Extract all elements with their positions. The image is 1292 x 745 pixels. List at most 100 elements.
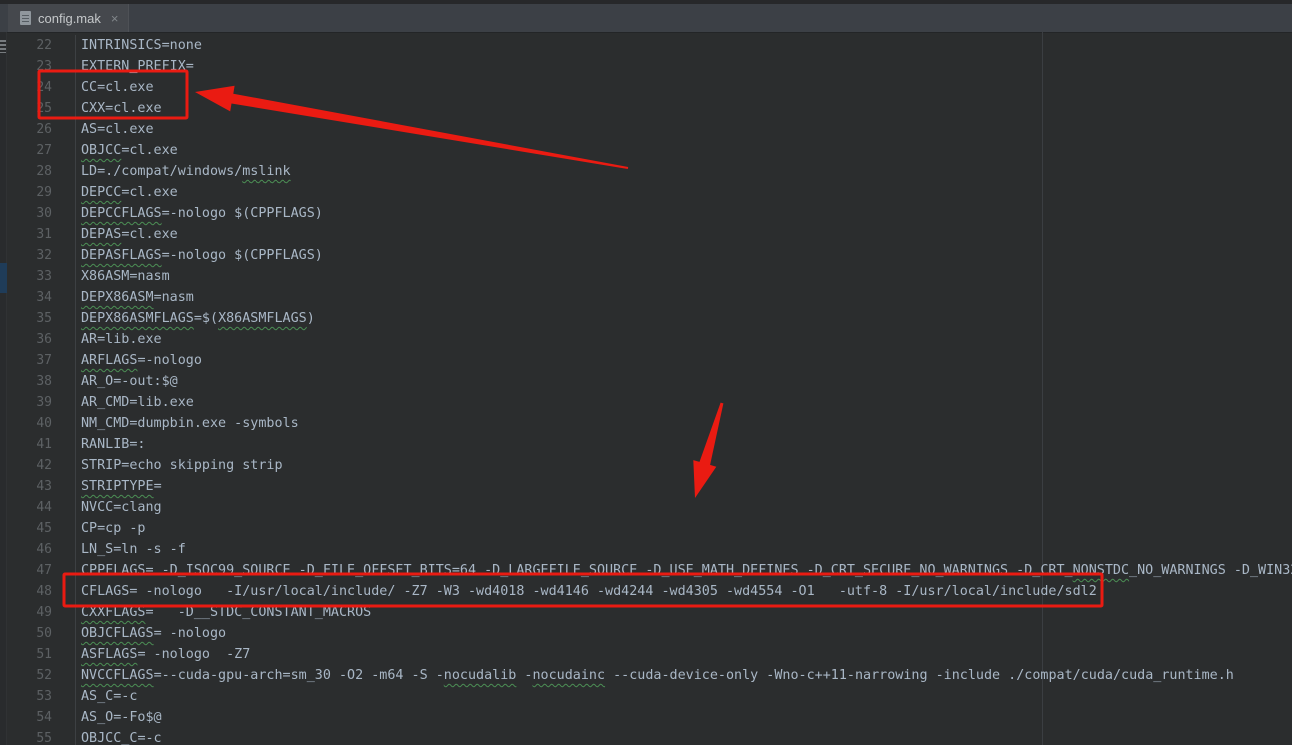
line-number[interactable]: 23	[7, 56, 76, 77]
code-row: 32DEPASFLAGS=-nologo $(CPPFLAGS)	[7, 245, 1292, 266]
line-number[interactable]: 54	[7, 707, 76, 728]
line-number[interactable]: 40	[7, 413, 76, 434]
line-number[interactable]: 26	[7, 119, 76, 140]
code-row: 37ARFLAGS=-nologo	[7, 350, 1292, 371]
line-number[interactable]: 48	[7, 581, 76, 602]
code-row: 22INTRINSICS=none	[7, 35, 1292, 56]
line-number[interactable]: 43	[7, 476, 76, 497]
code-line[interactable]: DEPASFLAGS=-nologo $(CPPFLAGS)	[76, 245, 323, 266]
code-editor[interactable]: 22INTRINSICS=none23EXTERN_PREFIX=24CC=cl…	[7, 32, 1292, 745]
code-row: 29DEPCC=cl.exe	[7, 182, 1292, 203]
typo-squiggle: mslink	[242, 164, 290, 179]
code-row: 45CP=cp -p	[7, 518, 1292, 539]
code-row: 24CC=cl.exe	[7, 77, 1292, 98]
code-line[interactable]: AR=lib.exe	[76, 329, 162, 350]
code-line[interactable]: CFLAGS= -nologo -I/usr/local/include/ -Z…	[76, 581, 1097, 602]
code-line[interactable]: AS_C=-c	[76, 686, 137, 707]
typo-squiggle: OBJCC	[81, 143, 121, 158]
tab-label: config.mak	[38, 11, 101, 26]
code-line[interactable]: NM_CMD=dumpbin.exe -symbols	[76, 413, 299, 434]
code-row: 51ASFLAGS= -nologo -Z7	[7, 644, 1292, 665]
code-row: 43STRIPTYPE=	[7, 476, 1292, 497]
typo-squiggle: DEPX86ASMFLAGS	[81, 311, 194, 326]
line-number[interactable]: 44	[7, 497, 76, 518]
tab-close-icon[interactable]: ×	[111, 11, 119, 26]
line-number[interactable]: 47	[7, 560, 76, 581]
typo-squiggle: DEPCC	[81, 185, 121, 200]
code-line[interactable]: DEPAS=cl.exe	[76, 224, 178, 245]
line-number[interactable]: 46	[7, 539, 76, 560]
code-line[interactable]: OBJCC=cl.exe	[76, 140, 178, 161]
line-number[interactable]: 50	[7, 623, 76, 644]
line-number[interactable]: 22	[7, 35, 76, 56]
typo-squiggle: DEPX86ASM	[81, 290, 154, 305]
stripe-marker-icon	[0, 40, 6, 53]
typo-squiggle: ARFLAGS	[81, 353, 137, 368]
line-number[interactable]: 37	[7, 350, 76, 371]
line-number[interactable]: 45	[7, 518, 76, 539]
code-line[interactable]: INTRINSICS=none	[76, 35, 202, 56]
line-number[interactable]: 25	[7, 98, 76, 119]
code-row: 28LD=./compat/windows/mslink	[7, 161, 1292, 182]
line-number[interactable]: 30	[7, 203, 76, 224]
line-number[interactable]: 24	[7, 77, 76, 98]
code-line[interactable]: DEPCC=cl.exe	[76, 182, 178, 203]
code-line[interactable]: OBJCC_C=-c	[76, 728, 162, 745]
code-line[interactable]: CPPFLAGS= -D_ISOC99_SOURCE -D_FILE_OFFSE…	[76, 560, 1292, 581]
code-line[interactable]: NVCCFLAGS=--cuda-gpu-arch=sm_30 -O2 -m64…	[76, 665, 1234, 686]
code-row: 48CFLAGS= -nologo -I/usr/local/include/ …	[7, 581, 1292, 602]
code-line[interactable]: STRIP=echo skipping strip	[76, 455, 283, 476]
typo-squiggle: nocudalib	[444, 668, 517, 683]
code-line[interactable]: CC=cl.exe	[76, 77, 154, 98]
code-line[interactable]: DEPX86ASM=nasm	[76, 287, 194, 308]
code-line[interactable]: AR_CMD=lib.exe	[76, 392, 194, 413]
code-row: 35DEPX86ASMFLAGS=$(X86ASMFLAGS)	[7, 308, 1292, 329]
line-number[interactable]: 55	[7, 728, 76, 745]
code-line[interactable]: AS_O=-Fo$@	[76, 707, 162, 728]
code-row: 44NVCC=clang	[7, 497, 1292, 518]
code-row: 30DEPCCFLAGS=-nologo $(CPPFLAGS)	[7, 203, 1292, 224]
typo-squiggle: OBJCC_C	[81, 731, 137, 745]
line-number[interactable]: 36	[7, 329, 76, 350]
code-line[interactable]: CXXFLAGS= -D__STDC_CONSTANT_MACROS	[76, 602, 371, 623]
code-line[interactable]: DEPX86ASMFLAGS=$(X86ASMFLAGS)	[76, 308, 315, 329]
code-line[interactable]: AR_O=-out:$@	[76, 371, 178, 392]
code-line[interactable]: LD=./compat/windows/mslink	[76, 161, 291, 182]
code-line[interactable]: DEPCCFLAGS=-nologo $(CPPFLAGS)	[76, 203, 323, 224]
code-line[interactable]: OBJCFLAGS= -nologo	[76, 623, 226, 644]
line-number[interactable]: 34	[7, 287, 76, 308]
line-number[interactable]: 51	[7, 644, 76, 665]
code-line[interactable]: CXX=cl.exe	[76, 98, 162, 119]
line-number[interactable]: 29	[7, 182, 76, 203]
line-number[interactable]: 31	[7, 224, 76, 245]
code-row: 55OBJCC_C=-c	[7, 728, 1292, 745]
line-number[interactable]: 52	[7, 665, 76, 686]
code-line[interactable]: AS=cl.exe	[76, 119, 154, 140]
line-number[interactable]: 39	[7, 392, 76, 413]
typo-squiggle: nocudainc	[532, 668, 605, 683]
code-row: 54AS_O=-Fo$@	[7, 707, 1292, 728]
code-line[interactable]: CP=cp -p	[76, 518, 146, 539]
line-number[interactable]: 41	[7, 434, 76, 455]
line-number[interactable]: 35	[7, 308, 76, 329]
code-line[interactable]: ASFLAGS= -nologo -Z7	[76, 644, 250, 665]
line-number[interactable]: 42	[7, 455, 76, 476]
line-number[interactable]: 33	[7, 266, 76, 287]
line-number[interactable]: 53	[7, 686, 76, 707]
code-line[interactable]: NVCC=clang	[76, 497, 162, 518]
code-line[interactable]: LN_S=ln -s -f	[76, 539, 186, 560]
code-row: 38AR_O=-out:$@	[7, 371, 1292, 392]
tab-config-mak[interactable]: config.mak ×	[8, 4, 129, 32]
code-line[interactable]: X86ASM=nasm	[76, 266, 170, 287]
line-number[interactable]: 32	[7, 245, 76, 266]
line-number[interactable]: 27	[7, 140, 76, 161]
code-line[interactable]: RANLIB=:	[76, 434, 146, 455]
line-number[interactable]: 38	[7, 371, 76, 392]
code-row: 40NM_CMD=dumpbin.exe -symbols	[7, 413, 1292, 434]
code-line[interactable]: ARFLAGS=-nologo	[76, 350, 202, 371]
line-number[interactable]: 28	[7, 161, 76, 182]
code-line[interactable]: EXTERN_PREFIX=	[76, 56, 194, 77]
editor-tab-bar: config.mak ×	[0, 0, 1292, 32]
code-line[interactable]: STRIPTYPE=	[76, 476, 162, 497]
line-number[interactable]: 49	[7, 602, 76, 623]
